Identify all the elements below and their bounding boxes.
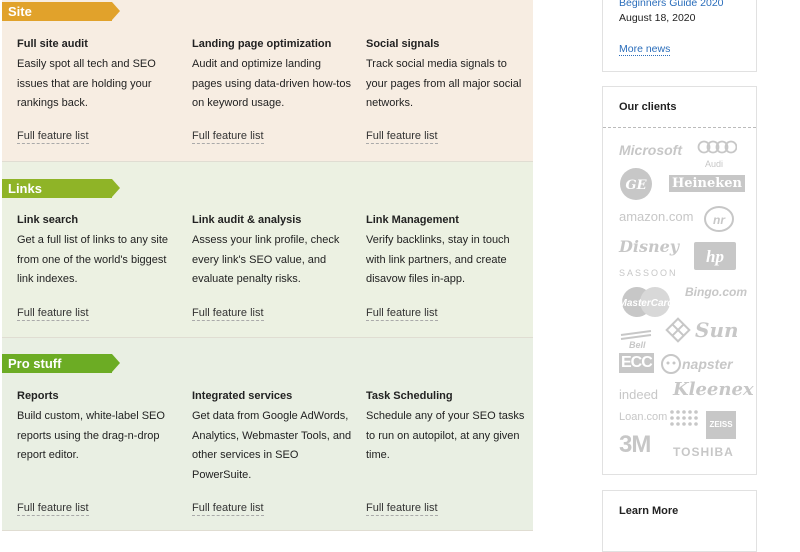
logo-audi-text: Audi xyxy=(705,159,724,169)
feature-description: Assess your link profile, check every li… xyxy=(192,234,340,285)
section-site: Site Full site audit Easily spot all tec… xyxy=(2,0,533,162)
feature-reports: Reports Build custom, white-label SEO re… xyxy=(17,389,177,466)
feature-description: Schedule any of your SEO tasks to run on… xyxy=(366,410,525,461)
learn-more-heading: Learn More xyxy=(619,505,679,517)
section-links: Links Link search Get a full list of lin… xyxy=(2,162,533,338)
feature-link-search: Link search Get a full list of links to … xyxy=(17,213,177,290)
logo-bell: Bell xyxy=(619,327,653,354)
news-item-link[interactable]: Beginners Guide 2020 xyxy=(619,0,724,9)
logo-sassoon: SASSOON xyxy=(619,268,678,278)
logo-napster-text: napster xyxy=(682,356,734,372)
feature-title: Link search xyxy=(17,214,79,226)
section-tag-links: Links xyxy=(2,179,120,198)
logo-bell-text: Bell xyxy=(629,340,646,349)
feature-landing-page-optimization: Landing page optimization Audit and opti… xyxy=(192,37,352,114)
full-feature-list-link[interactable]: Full feature list xyxy=(366,130,438,144)
feature-description: Audit and optimize landing pages using d… xyxy=(192,58,351,109)
feature-description: Get a full list of links to any site fro… xyxy=(17,234,169,285)
logo-hp: hp xyxy=(693,241,737,276)
logo-ge-text: GE xyxy=(625,178,647,193)
logo-bingo: Bingo.com xyxy=(685,285,747,299)
logo-nr-text: nr xyxy=(713,213,726,227)
logo-toshiba: TOSHIBA xyxy=(673,445,734,459)
feature-title: Full site audit xyxy=(17,38,88,50)
logo-nr: nr xyxy=(703,205,735,238)
feature-title: Link audit & analysis xyxy=(192,214,302,226)
feature-title: Landing page optimization xyxy=(192,38,332,50)
feature-social-signals: Social signals Track social media signal… xyxy=(366,37,526,114)
logo-hp-text: hp xyxy=(706,247,724,266)
learn-more-card: Learn More xyxy=(602,490,757,552)
logo-dots-grid-icon xyxy=(669,409,699,436)
feature-description: Verify backlinks, stay in touch with lin… xyxy=(366,234,510,285)
more-news-link[interactable]: More news xyxy=(619,43,671,56)
full-feature-list-link[interactable]: Full feature list xyxy=(192,502,264,516)
feature-full-site-audit: Full site audit Easily spot all tech and… xyxy=(17,37,177,114)
full-feature-list-link[interactable]: Full feature list xyxy=(366,502,438,516)
full-feature-list-link[interactable]: Full feature list xyxy=(192,307,264,321)
news-card: Beginners Guide 2020 August 18, 2020 Mor… xyxy=(602,0,757,72)
features-area: Site Full site audit Easily spot all tec… xyxy=(0,0,533,531)
section-pro-stuff: Pro stuff Reports Build custom, white-la… xyxy=(2,338,533,531)
divider xyxy=(603,127,756,128)
logo-ge: GE xyxy=(619,167,653,206)
logo-loan: Loan.com xyxy=(619,411,668,423)
feature-title: Social signals xyxy=(366,38,440,50)
logo-amazon: amazon.com xyxy=(619,209,694,224)
section-tag-pro-stuff: Pro stuff xyxy=(2,354,120,373)
logo-sun: Sun xyxy=(665,315,739,350)
news-date: August 18, 2020 xyxy=(619,12,696,24)
full-feature-list-link[interactable]: Full feature list xyxy=(17,307,89,321)
feature-title: Link Management xyxy=(366,214,459,226)
logo-audi: Audi xyxy=(697,140,738,169)
feature-description: Easily spot all tech and SEO issues that… xyxy=(17,58,156,109)
logo-disney: Disney xyxy=(619,237,680,256)
full-feature-list-link[interactable]: Full feature list xyxy=(192,130,264,144)
logo-microsoft: Microsoft xyxy=(619,142,682,158)
feature-link-audit: Link audit & analysis Assess your link p… xyxy=(192,213,352,290)
clients-card: Our clients Microsoft Audi GE Heineken a… xyxy=(602,86,757,475)
logo-heineken: Heineken xyxy=(669,175,745,192)
logo-indeed: indeed xyxy=(619,387,659,402)
feature-description: Get data from Google AdWords, Analytics,… xyxy=(192,410,352,481)
logo-zeiss: ZEISS xyxy=(706,411,736,439)
logo-sun-text: Sun xyxy=(695,318,737,342)
feature-title: Integrated services xyxy=(192,390,293,402)
feature-link-management: Link Management Verify backlinks, stay i… xyxy=(366,213,526,290)
logo-3m: 3M xyxy=(619,431,651,458)
full-feature-list-link[interactable]: Full feature list xyxy=(366,307,438,321)
logo-ecc: ECC xyxy=(619,353,654,373)
logo-mastercard-text: MasterCard xyxy=(619,298,673,309)
full-feature-list-link[interactable]: Full feature list xyxy=(17,502,89,516)
clients-heading: Our clients xyxy=(619,101,677,113)
feature-task-scheduling: Task Scheduling Schedule any of your SEO… xyxy=(366,389,526,466)
logo-kleenex: Kleenex xyxy=(673,379,754,400)
full-feature-list-link[interactable]: Full feature list xyxy=(17,130,89,144)
section-tag-site: Site xyxy=(2,2,120,21)
feature-integrated-services: Integrated services Get data from Google… xyxy=(192,389,352,485)
feature-title: Reports xyxy=(17,390,59,402)
logo-napster: napster xyxy=(661,353,741,380)
feature-description: Track social media signals to your pages… xyxy=(366,58,522,109)
feature-title: Task Scheduling xyxy=(366,390,453,402)
feature-description: Build custom, white-label SEO reports us… xyxy=(17,410,165,461)
